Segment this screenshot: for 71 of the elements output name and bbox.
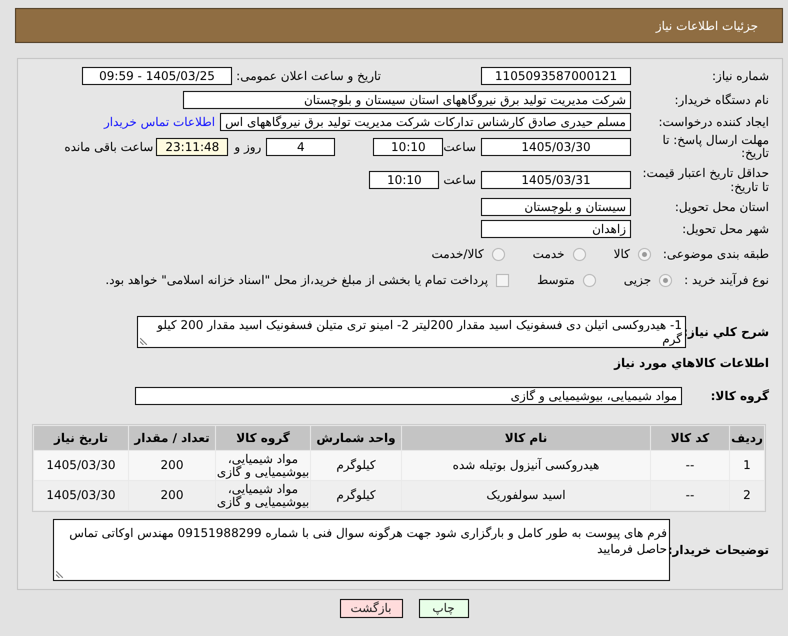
field-label: روز و <box>234 139 262 156</box>
radio-label: متوسط <box>537 272 575 289</box>
table-cell: 200 <box>129 451 215 480</box>
delivery-province-field[interactable]: سیستان و بلوچستان <box>481 198 631 216</box>
column-header: نام کالا <box>402 426 650 450</box>
table-cell: 1 <box>730 451 764 480</box>
radio-label: خدمت <box>532 246 565 263</box>
field-label: ساعت <box>443 172 476 189</box>
back-button[interactable]: بازگشت <box>340 599 402 618</box>
checkbox[interactable] <box>496 274 510 286</box>
column-header: واحد شمارش <box>311 426 401 450</box>
table-cell: 200 <box>129 481 215 510</box>
goods-group-field[interactable]: مواد شیمیایی، بیوشیمیایی و گازی <box>135 387 682 405</box>
table-cell: اسید سولفوریک <box>402 481 650 510</box>
table-cell: 1405/03/30 <box>34 481 128 510</box>
field-label: نام دستگاه خریدار: <box>674 92 769 109</box>
price-validity-date-field[interactable]: 1405/03/31 <box>481 171 631 189</box>
field-label: ساعت <box>443 139 476 156</box>
page-title: جزئیات اطلاعات نیاز <box>656 18 758 34</box>
buyer-contact-link[interactable]: اطلاعات تماس خریدار <box>104 113 216 131</box>
radio-button[interactable] <box>582 274 596 286</box>
radio-label: جزیی <box>624 272 652 289</box>
table-cell: کیلوگرم <box>311 481 401 510</box>
radio-label: کالا <box>614 246 630 263</box>
table-cell: کیلوگرم <box>311 451 401 480</box>
need-number-field[interactable]: 1105093587000121 <box>481 67 631 85</box>
table-cell: مواد شیمیایی، بیوشیمیایی و گازی <box>216 481 310 510</box>
field-label: حداقل تاریخ اعتبار قیمت: تا تاریخ: <box>641 166 769 194</box>
table-cell: 2 <box>730 481 764 510</box>
delivery-city-field[interactable]: زاهدان <box>481 220 631 238</box>
description-field[interactable]: 1- هیدروکسی اتیلن دی فسفونیک اسید مقدار 200لیتر 2- امینو تری متیلن فسفونیک اسید مقدار 200 کیلو گرم <box>137 316 686 348</box>
column-header: گروه کالا <box>216 426 310 450</box>
field-label: شماره نیاز: <box>711 68 769 85</box>
field-label: توضیحات خریدار: <box>670 542 769 559</box>
table-cell: 1405/03/30 <box>34 451 128 480</box>
radio-label: کالا/خدمت <box>431 246 484 263</box>
field-label: استان محل تحویل: <box>674 199 769 216</box>
table-cell: مواد شیمیایی، بیوشیمیایی و گازی <box>216 451 310 480</box>
radio-button[interactable] <box>572 248 586 260</box>
field-label: شهر محل تحویل: <box>681 221 769 238</box>
checkbox-label: پرداخت تمام یا بخشی از مبلغ خرید،از محل "اسناد خزانه اسلامی" خواهد بود. <box>105 272 488 289</box>
table-cell: -- <box>651 481 729 510</box>
days-field[interactable]: 4 <box>266 138 336 156</box>
field-label: ایجاد کننده درخواست: <box>657 114 769 131</box>
field-label: مهلت ارسال پاسخ: تا تاریخ: <box>661 134 769 160</box>
resize-grip-icon[interactable] <box>56 571 63 578</box>
buyer-notes-field[interactable]: فرم های پیوست به طور کامل و بارگزاری شود جهت هرگونه سوال فنی با شماره 09151988299 مهندس اوکاتی تماس حاصل فرمایید <box>53 519 670 581</box>
table-cell: هیدروکسی آنیزول بوتیله شده <box>402 451 650 480</box>
radio-button[interactable] <box>659 274 672 286</box>
buyer-organization-field[interactable]: شرکت مدیریت تولید برق نیروگاههای استان سیستان و بلوچستان <box>183 91 631 109</box>
table-cell: -- <box>651 451 729 480</box>
resize-grip-icon[interactable] <box>140 338 147 345</box>
announcement-date-field[interactable]: 1405/03/25 - 09:59 <box>82 67 232 85</box>
column-header: ردیف <box>730 426 764 450</box>
print-button[interactable]: چاپ <box>418 599 468 618</box>
field-label: تاریخ و ساعت اعلان عمومی: <box>236 69 381 83</box>
radio-button[interactable] <box>492 248 505 260</box>
field-label: نوع فرآیند خرید : <box>684 272 769 289</box>
field-label: گروه کالا: <box>710 388 769 405</box>
reply-date-field[interactable]: 1405/03/30 <box>481 138 631 156</box>
reply-time-field[interactable]: 10:10 <box>373 138 444 156</box>
requester-field[interactable]: مسلم حیدری صادق کارشناس تدارکات شرکت مدیریت تولید برق نیروگاههای اس <box>220 113 631 131</box>
column-header: تاریخ نیاز <box>34 426 128 450</box>
price-validity-time-field[interactable]: 10:10 <box>369 171 440 189</box>
radio-button[interactable] <box>638 248 651 260</box>
section-title: اطلاعات کالاهاي مورد نياز <box>614 355 769 372</box>
field-label: ساعت باقی مانده <box>64 139 154 156</box>
field-label: طبقه بندی موضوعی: <box>662 246 769 263</box>
column-header: تعداد / مقدار <box>129 426 215 450</box>
column-header: کد کالا <box>651 426 729 450</box>
remaining-time-field[interactable]: 23:11:48 <box>156 138 228 156</box>
